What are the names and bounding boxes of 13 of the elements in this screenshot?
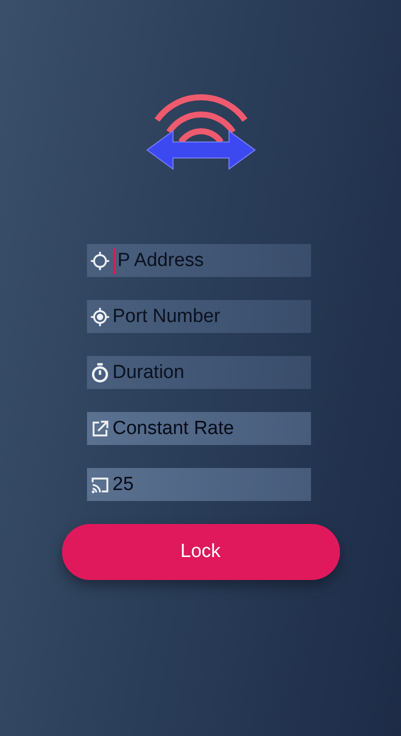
input-field[interactable]: Port Number [86, 300, 310, 333]
input-field[interactable]: 25 [86, 468, 310, 501]
input-field[interactable]: P Address [86, 244, 310, 277]
text-input[interactable]: Duration [112, 358, 298, 388]
input-field[interactable]: Duration [86, 356, 310, 389]
crosshair-icon [88, 250, 110, 272]
text-input[interactable]: Constant Rate [112, 414, 298, 444]
lock-button[interactable]: Lock [62, 524, 340, 580]
target-icon [88, 306, 110, 328]
text-input[interactable]: Port Number [112, 302, 298, 332]
input-field[interactable]: Constant Rate [86, 412, 310, 445]
text-input[interactable]: 25 [112, 470, 298, 500]
text-input[interactable]: P Address [118, 246, 302, 276]
